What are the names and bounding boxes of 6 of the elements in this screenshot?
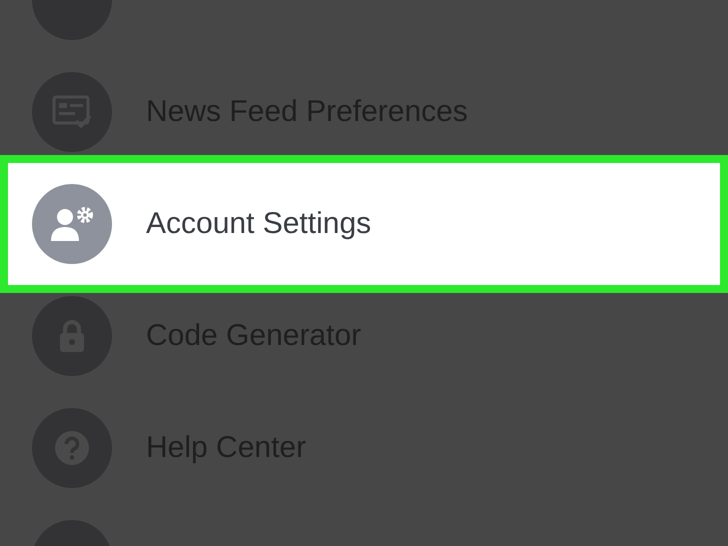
lock-icon (58, 319, 86, 353)
highlighted-menu-row[interactable]: Account Settings (0, 155, 728, 293)
menu-item-label[interactable]: Account Settings (146, 207, 372, 241)
news-feed-icon (52, 95, 92, 129)
person-gear-icon (49, 205, 95, 243)
help-icon (54, 430, 90, 466)
